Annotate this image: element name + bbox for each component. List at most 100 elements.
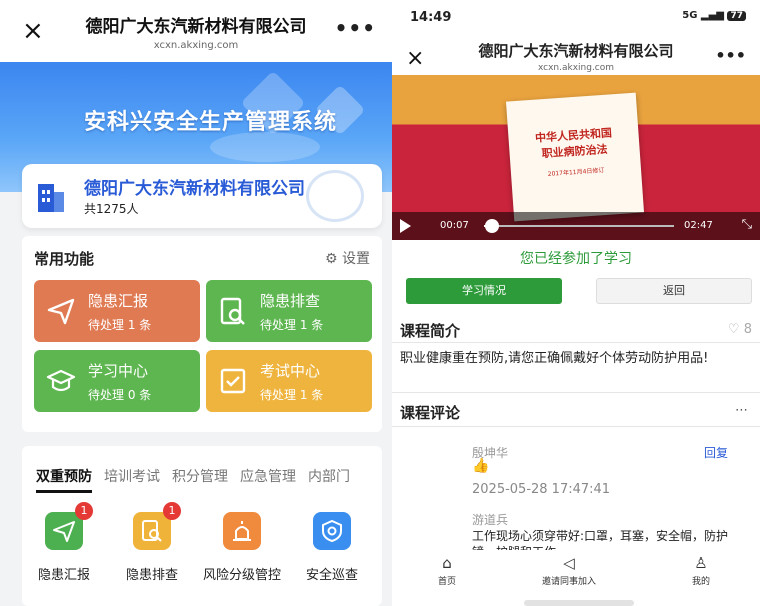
- page-subtitle: xcxn.akxing.com: [537, 63, 615, 73]
- tile-hazard-check[interactable]: 隐患排查 待处理 1 条: [206, 280, 372, 342]
- module-panel: 双重预防 培训考试 积分管理 应急管理 内部门 1 隐患汇报 1 隐患排查 风险…: [22, 446, 382, 606]
- study-status-button[interactable]: 学习情况: [406, 278, 562, 304]
- comment-text: 工作现场心须穿带好:口罩，耳塞，安全帽，防护镜，护腿和工作: [472, 529, 729, 550]
- member-count: 共1275人: [84, 202, 139, 216]
- banner-decoration: [210, 132, 320, 162]
- page-title: 德阳广大东汽新材料有限公司: [85, 17, 307, 37]
- progress-knob[interactable]: [484, 219, 499, 233]
- tab-home[interactable]: ⌂ 首页: [438, 554, 456, 587]
- fullscreen-icon[interactable]: ⤡: [742, 217, 752, 232]
- tab-label: 我的: [692, 577, 711, 587]
- tab-mine[interactable]: ♙ 我的: [692, 554, 710, 587]
- battery-level: 77: [727, 11, 746, 21]
- quick-label: 隐患汇报: [37, 568, 90, 583]
- quick-label: 风险分级管控: [202, 568, 281, 583]
- duration: 02:47: [684, 220, 713, 231]
- company-card[interactable]: 德阳广大东汽新材料有限公司 共1275人: [22, 164, 382, 228]
- tab-internal[interactable]: 内部门: [308, 466, 350, 493]
- intro-text: 职业健康重在预防,请您正确佩戴好个体劳动防护用品!: [400, 351, 709, 366]
- video-cover-document: 中华人民共和国 职业病防治法 2017年11月4日修订: [505, 92, 645, 222]
- quick-hazard-report[interactable]: 1 隐患汇报: [24, 502, 104, 583]
- document-search-icon: [220, 297, 245, 325]
- comment-icon[interactable]: ⋯: [735, 403, 748, 418]
- user-icon: ♙: [694, 554, 708, 572]
- tab-emergency[interactable]: 应急管理: [240, 466, 296, 493]
- tile-pending: 待处理 1 条: [260, 388, 324, 402]
- current-time: 00:07: [440, 220, 469, 231]
- play-icon[interactable]: [400, 219, 411, 233]
- tile-name: 考试中心: [260, 362, 321, 380]
- quick-risk-control[interactable]: 风险分级管控: [202, 512, 282, 583]
- close-icon[interactable]: ×: [406, 46, 424, 71]
- divider: [392, 426, 760, 427]
- quick-hazard-check[interactable]: 1 隐患排查: [112, 502, 192, 583]
- more-icon[interactable]: •••: [335, 16, 376, 40]
- joined-text: 您已经参加了学习: [520, 251, 632, 267]
- quick-icon: [313, 512, 351, 550]
- quick-safety-patrol[interactable]: 安全巡查: [292, 512, 372, 583]
- quick-icon: 1: [133, 502, 181, 550]
- thumbs-up-icon: 👍: [472, 458, 490, 474]
- like-count: 8: [743, 322, 752, 337]
- graduation-cap-icon: [46, 369, 76, 392]
- tile-learning-center[interactable]: 学习中心 待处理 0 条: [34, 350, 200, 412]
- home-icon: ⌂: [442, 554, 452, 572]
- video-player[interactable]: 中华人民共和国 职业病防治法 2017年11月4日修订 00:07 02:47 …: [392, 75, 760, 240]
- divider: [392, 392, 760, 393]
- send-icon: [47, 298, 75, 325]
- divider: [392, 342, 760, 343]
- tab-training-exam[interactable]: 培训考试: [104, 466, 160, 493]
- radar-icon: [306, 170, 364, 222]
- comment-author: 游道兵: [472, 513, 509, 527]
- signal-label: 5G: [682, 10, 698, 21]
- quick-icon: [223, 512, 261, 550]
- checklist-icon: [220, 368, 246, 394]
- doc-line: 2017年11月4日修订: [547, 166, 605, 178]
- tab-invite[interactable]: ◁ 邀请同事加入: [542, 554, 596, 587]
- page-title: 德阳广大东汽新材料有限公司: [478, 42, 674, 60]
- send-icon: ◁: [563, 554, 575, 572]
- functions-title: 常用功能: [34, 250, 95, 268]
- more-icon[interactable]: •••: [715, 46, 746, 65]
- document-search-icon: [142, 520, 162, 542]
- tile-name: 隐患排查: [260, 292, 321, 310]
- tile-pending: 待处理 1 条: [260, 318, 324, 332]
- like-button[interactable]: ♡ 8: [728, 322, 752, 337]
- shield-icon: [322, 519, 342, 543]
- left-navbar: × 德阳广大东汽新材料有限公司 xcxn.akxing.com •••: [0, 0, 392, 62]
- common-functions: 常用功能 ⚙ 设置 隐患汇报 待处理 1 条 隐患排查 待处理 1 条 学习中心…: [22, 236, 382, 432]
- close-icon[interactable]: ×: [22, 18, 44, 44]
- alarm-icon: [233, 521, 251, 541]
- settings-label: 设置: [342, 251, 370, 267]
- badge: 1: [163, 502, 181, 520]
- quick-icon: 1: [45, 502, 93, 550]
- settings-button[interactable]: ⚙ 设置: [325, 248, 370, 268]
- reply-button[interactable]: 回复: [704, 444, 728, 461]
- tile-exam-center[interactable]: 考试中心 待处理 1 条: [206, 350, 372, 412]
- intro-title: 课程简介: [400, 322, 461, 340]
- tile-pending: 待处理 0 条: [88, 388, 152, 402]
- tab-label: 邀请同事加入: [542, 577, 597, 587]
- quick-label: 安全巡查: [305, 568, 358, 583]
- quick-label: 隐患排查: [125, 568, 178, 583]
- nav-titles: 德阳广大东汽新材料有限公司 xcxn.akxing.com: [432, 40, 720, 73]
- status-signal: 5G ▂▄▆ 77: [682, 10, 746, 21]
- tile-hazard-report[interactable]: 隐患汇报 待处理 1 条: [34, 280, 200, 342]
- building-icon: [38, 184, 64, 212]
- tile-name: 学习中心: [88, 362, 149, 380]
- progress-track[interactable]: [484, 219, 674, 233]
- module-tabs: 双重预防 培训考试 积分管理 应急管理 内部门: [36, 466, 350, 493]
- video-controls: 00:07 02:47 ⤡: [392, 212, 760, 240]
- comments-title: 课程评论: [400, 404, 461, 422]
- send-icon: [53, 521, 75, 542]
- bottom-tabbar: ⌂ 首页 ◁ 邀请同事加入 ♙ 我的: [392, 550, 760, 594]
- nav-titles: 德阳广大东汽新材料有限公司 xcxn.akxing.com: [60, 12, 332, 51]
- home-indicator: [524, 600, 634, 606]
- tab-points[interactable]: 积分管理: [172, 466, 228, 493]
- back-button[interactable]: 返回: [596, 278, 752, 304]
- status-time: 14:49: [410, 10, 452, 25]
- tab-dual-prevention[interactable]: 双重预防: [36, 466, 92, 493]
- badge: 1: [75, 502, 93, 520]
- tile-name: 隐患汇报: [88, 292, 149, 310]
- tab-label: 首页: [438, 577, 457, 587]
